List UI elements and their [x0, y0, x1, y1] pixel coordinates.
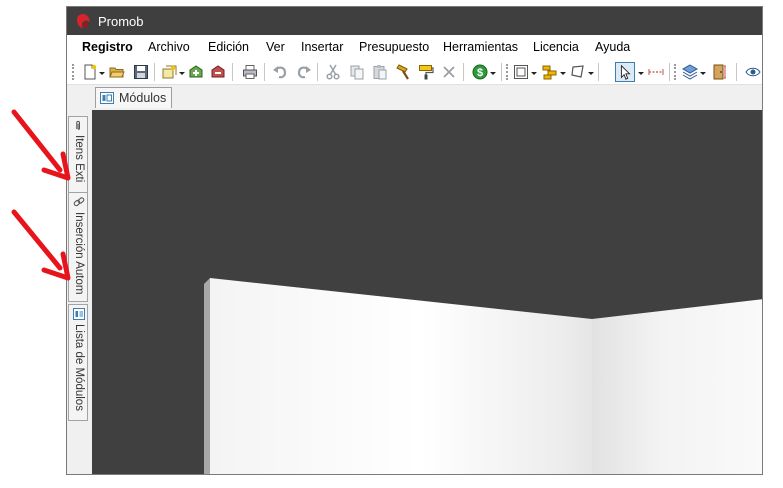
delete-icon[interactable] — [441, 64, 457, 80]
wall-edge — [204, 278, 210, 474]
door-icon[interactable] — [711, 64, 727, 80]
insert-icon[interactable] — [161, 64, 177, 80]
menu-herramientas[interactable]: Herramientas — [443, 40, 518, 54]
select-cursor-icon[interactable] — [615, 62, 635, 82]
shape-icon[interactable] — [570, 64, 586, 80]
menu-ver[interactable]: Ver — [266, 40, 285, 54]
paste-icon[interactable] — [372, 64, 388, 80]
screenshot-canvas: Promob Registro Archivo Edición Ver Inse… — [0, 0, 783, 488]
window-title: Promob — [98, 14, 144, 29]
export-icon[interactable] — [210, 64, 226, 80]
import-icon[interactable] — [188, 64, 204, 80]
app-window: Promob Registro Archivo Edición Ver Inse… — [66, 6, 763, 475]
paint-roller-icon[interactable] — [418, 64, 434, 80]
side-tab-lista-modulos[interactable]: Lista de Módulos — [68, 304, 88, 421]
hammer-icon[interactable] — [395, 64, 411, 80]
tab-modulos[interactable]: Módulos — [95, 87, 173, 108]
save-icon[interactable] — [133, 64, 149, 80]
menu-bar: Registro Archivo Edición Ver Insertar Pr… — [67, 35, 762, 59]
redo-icon[interactable] — [296, 64, 312, 80]
3d-scene — [204, 278, 762, 474]
side-tab-insercion-autom-label: Inserción Autom — [73, 212, 85, 295]
budget-dollar-icon[interactable]: $ — [472, 64, 488, 80]
wall-right-face — [592, 299, 762, 474]
tab-modulos-label: Módulos — [119, 91, 167, 105]
measure-icon[interactable] — [648, 64, 664, 80]
annotation-arrow-2 — [11, 209, 71, 281]
modules-icon — [100, 92, 114, 104]
layers-icon[interactable] — [682, 64, 698, 80]
module-list-icon — [73, 308, 85, 320]
menu-presupuesto[interactable]: Presupuesto — [359, 40, 429, 54]
document-tab-row: Módulos — [89, 85, 762, 110]
layers-group-icon[interactable] — [542, 64, 558, 80]
paperclip-icon — [75, 120, 80, 130]
menu-edicion[interactable]: Edición — [208, 40, 249, 54]
view-eye-icon[interactable] — [745, 64, 761, 80]
toolbar: $ — [67, 59, 762, 85]
promob-logo-icon — [76, 14, 90, 28]
3d-viewport[interactable] — [92, 110, 762, 474]
frame-icon[interactable] — [513, 64, 529, 80]
menu-archivo[interactable]: Archivo — [148, 40, 190, 54]
side-tab-itens-ext-label: Itens Exti — [73, 135, 85, 183]
toolbar-grip[interactable] — [72, 64, 74, 80]
undo-icon[interactable] — [272, 64, 288, 80]
wall-left-face — [210, 278, 592, 474]
menu-licencia[interactable]: Licencia — [533, 40, 579, 54]
open-folder-icon[interactable] — [109, 64, 125, 80]
svg-text:$: $ — [477, 67, 483, 79]
title-bar: Promob — [67, 7, 762, 35]
print-icon[interactable] — [242, 64, 258, 80]
menu-ayuda[interactable]: Ayuda — [595, 40, 630, 54]
cut-icon[interactable] — [325, 64, 341, 80]
annotation-arrow-1 — [11, 109, 71, 181]
copy-icon[interactable] — [349, 64, 365, 80]
new-document-icon[interactable] — [82, 64, 98, 80]
menu-insertar[interactable]: Insertar — [301, 40, 343, 54]
menu-registro[interactable]: Registro — [82, 40, 133, 54]
chain-link-icon — [73, 197, 85, 207]
side-tab-lista-modulos-label: Lista de Módulos — [73, 324, 85, 411]
